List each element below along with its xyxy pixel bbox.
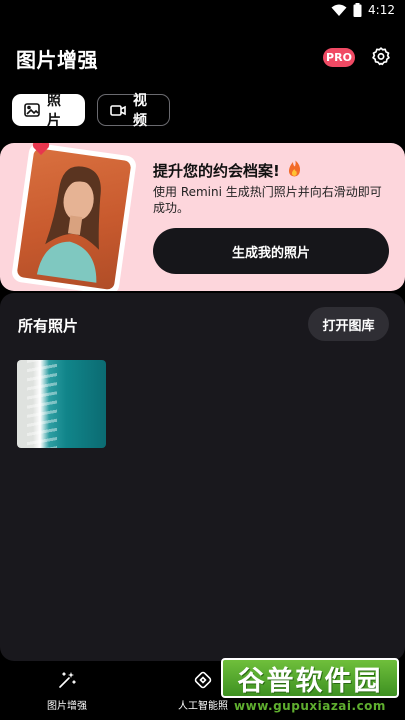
promo-photo (16, 147, 132, 291)
wifi-icon (331, 4, 347, 17)
site-watermark: 谷普软件园 www.gupuxiazai.com (221, 658, 399, 716)
promo-photo-frame (10, 143, 138, 291)
tab-videos[interactable]: 视频 (97, 93, 170, 129)
app-title: 图片增强 (16, 47, 98, 72)
nav-item-enhance-label: 图片增强 (47, 701, 87, 712)
photo-thumbnail[interactable] (17, 360, 106, 448)
app-header: 图片增强 PRO (16, 40, 393, 76)
video-camera-icon (110, 104, 126, 117)
promo-title: 提升您的约会档案! (153, 162, 280, 180)
open-gallery-button[interactable]: 打开图库 (308, 307, 389, 341)
status-time: 4:12 (368, 3, 395, 17)
gallery-title: 所有照片 (18, 317, 79, 335)
watermark-brand: 谷普软件园 (221, 658, 399, 698)
promo-title-row: 提升您的约会档案! (153, 160, 301, 181)
fire-icon (288, 160, 301, 181)
tab-videos-label: 视频 (133, 93, 147, 129)
generate-photos-button[interactable]: 生成我的照片 (153, 228, 389, 274)
settings-button[interactable] (369, 46, 393, 70)
promo-description: 使用 Remini 生成热门照片并向右滑动即可成功。 (153, 185, 382, 215)
nav-item-enhance[interactable]: 图片增强 (22, 670, 112, 712)
tab-photos-label: 照片 (47, 93, 61, 129)
status-bar: 4:12 (0, 0, 405, 24)
tab-photos[interactable]: 照片 (12, 93, 85, 129)
status-icons: 4:12 (331, 3, 395, 17)
sparkle-wand-icon (57, 670, 77, 693)
battery-icon (353, 3, 362, 17)
ai-diamond-icon (193, 670, 213, 693)
watermark-url: www.gupuxiazai.com (234, 699, 386, 713)
image-icon (24, 103, 40, 117)
media-tabs: 照片 视频 (12, 93, 170, 129)
pro-badge[interactable]: PRO (323, 48, 355, 67)
gear-icon (371, 46, 391, 70)
gallery-panel: 所有照片 打开图库 (0, 293, 405, 661)
heart-icon (32, 143, 50, 160)
